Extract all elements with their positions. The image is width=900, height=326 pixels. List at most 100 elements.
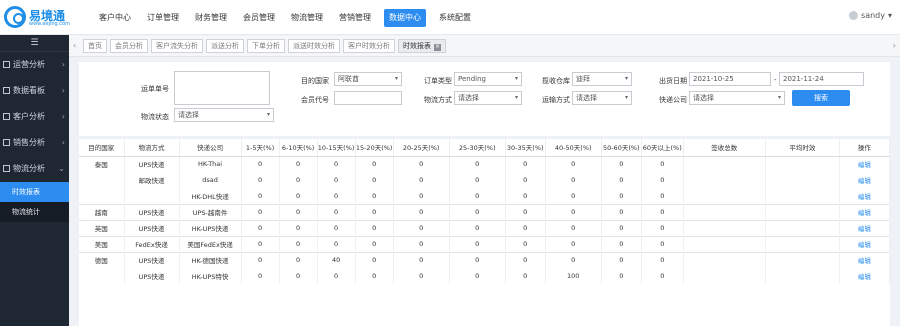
nav-item[interactable]: 数据中心 — [384, 9, 426, 27]
table-cell — [683, 235, 766, 252]
sidebar-subitem[interactable]: 物流统计 — [0, 202, 69, 222]
sidebar-item[interactable]: 客户分析 › — [0, 104, 69, 130]
page-tab[interactable]: 派送分析 — [206, 39, 244, 53]
edit-link[interactable]: 编辑 — [839, 172, 890, 188]
page-tab[interactable]: 会员分析 — [110, 39, 148, 53]
column-header: 6-10天(%) — [279, 139, 318, 157]
table-cell: 0 — [317, 188, 356, 204]
menu-icon[interactable]: ☰ — [0, 35, 69, 52]
sidebar-item[interactable]: 运营分析 › — [0, 52, 69, 78]
column-header: 10-15天(%) — [317, 139, 356, 157]
edit-link[interactable]: 编辑 — [839, 251, 890, 268]
sidebar-item[interactable]: 物流分析 ⌄ — [0, 156, 69, 182]
chevron-right-icon: › — [61, 60, 65, 69]
timeliness-table: 目的国家 物流方式 快递公司 1-5天(%) 6-10天(%) 10-15天(%) 15-2… — [79, 139, 890, 326]
date-to-input[interactable]: 2021-11-24 — [779, 72, 864, 86]
table-cell: 0 — [355, 172, 394, 188]
destination-select[interactable]: 阿联酋 ▾ — [334, 72, 402, 86]
sidebar-item[interactable]: 数据看板 › — [0, 78, 69, 104]
nav-item[interactable]: 系统配置 — [436, 9, 474, 27]
nav-item[interactable]: 订单管理 — [144, 9, 182, 27]
filter-panel: 运单单号 物流状态 请选择 ▾ 目的国家 阿联酋 ▾ 会员代号 订单类型 Pendi… — [79, 62, 890, 136]
time-type-select[interactable]: Pending ▾ — [454, 72, 522, 86]
page-tab[interactable]: 时效报表 × — [398, 39, 446, 53]
edit-link[interactable]: 编辑 — [839, 268, 890, 284]
edit-link[interactable]: 编辑 — [839, 219, 890, 236]
date-from-input[interactable]: 2021-10-25 — [689, 72, 771, 86]
company-select[interactable]: 请选择 ▾ — [689, 91, 785, 105]
table-cell: 0 — [505, 188, 546, 204]
table-cell: FedEx快递 — [124, 235, 180, 252]
table-cell: 0 — [449, 268, 506, 284]
table-cell: 0 — [641, 188, 684, 204]
table-cell: 0 — [449, 235, 506, 252]
table-cell: 0 — [355, 251, 394, 268]
shipping-type-select[interactable]: 请选择 ▾ — [572, 91, 632, 105]
table-cell: 0 — [279, 172, 318, 188]
edit-link[interactable]: 编辑 — [839, 203, 890, 220]
brand-url: www.eejing.com — [29, 21, 70, 27]
table-cell: 0 — [279, 155, 318, 172]
table-cell: 0 — [641, 155, 684, 172]
table-cell: 0 — [241, 203, 280, 220]
nav-item[interactable]: 会员管理 — [240, 9, 278, 27]
table-cell: 0 — [641, 172, 684, 188]
page-tab[interactable]: 派送时效分析 — [288, 39, 340, 53]
customer-no-input[interactable] — [334, 91, 402, 105]
table-cell: UPS快递 — [124, 251, 180, 268]
table-cell: 0 — [355, 155, 394, 172]
table-cell: 0 — [393, 172, 450, 188]
table-cell — [79, 268, 125, 284]
table-cell: 0 — [317, 235, 356, 252]
table-cell: 0 — [601, 251, 642, 268]
page-tab[interactable]: 首页 — [83, 39, 107, 53]
pickup-select[interactable]: 请选择 ▾ — [174, 108, 274, 122]
scroll-left-icon[interactable]: ‹ — [73, 41, 76, 50]
warehouse-select[interactable]: 迪拜 ▾ — [572, 72, 632, 86]
nav-item[interactable]: 财务管理 — [192, 9, 230, 27]
user-menu[interactable]: sandy ▾ — [849, 11, 892, 20]
order-no-textarea[interactable] — [174, 71, 270, 105]
table-cell: 0 — [545, 251, 602, 268]
page-tab[interactable]: 客户时效分析 — [343, 39, 395, 53]
nav-item[interactable]: 客户中心 — [96, 9, 134, 27]
table-cell: 0 — [317, 203, 356, 220]
column-header: 20-25天(%) — [393, 139, 450, 157]
table-cell — [765, 203, 840, 220]
brand-logo[interactable]: 易境通 www.eejing.com — [4, 6, 70, 28]
table-cell: 0 — [601, 188, 642, 204]
table-cell: 0 — [505, 219, 546, 236]
table-cell: 0 — [241, 251, 280, 268]
sidebar-subitem[interactable]: 时效报表 — [0, 182, 69, 202]
order-no-label: 运单单号 — [141, 85, 169, 93]
edit-link[interactable]: 编辑 — [839, 235, 890, 252]
service-select[interactable]: 请选择 ▾ — [454, 91, 522, 105]
table-cell: 泰国 — [79, 155, 125, 172]
table-row: 邮政快递 dsad 0 0 0 0 0 0 0 0 0 0 编辑 — [79, 172, 890, 188]
scroll-right-icon[interactable]: › — [893, 41, 896, 50]
table-cell: 0 — [505, 203, 546, 220]
chevron-right-icon: › — [61, 86, 65, 95]
main-content: 运单单号 物流状态 请选择 ▾ 目的国家 阿联酋 ▾ 会员代号 订单类型 Pendi… — [69, 57, 900, 326]
menu-item-icon — [3, 113, 10, 120]
column-header: 平均时效 — [765, 139, 840, 157]
edit-link[interactable]: 编辑 — [839, 188, 890, 204]
column-header: 40-50天(%) — [545, 139, 602, 157]
nav-item[interactable]: 营销管理 — [336, 9, 374, 27]
table-cell — [765, 268, 840, 284]
table-row: UPS快递 HK-UPS特快 0 0 0 0 0 0 0 100 0 0 编辑 — [79, 268, 890, 284]
close-icon[interactable]: × — [434, 44, 441, 51]
edit-link[interactable]: 编辑 — [839, 155, 890, 172]
top-navigation-bar: 易境通 www.eejing.com 客户中心 订单管理 财务管理 会员管理 物流管理营… — [0, 0, 900, 35]
page-tab[interactable]: 下单分析 — [247, 39, 285, 53]
nav-item[interactable]: 物流管理 — [288, 9, 326, 27]
search-button[interactable]: 搜索 — [792, 90, 850, 106]
table-cell: 0 — [279, 251, 318, 268]
table-row: HK-DHL快递 0 0 0 0 0 0 0 0 0 0 编辑 — [79, 188, 890, 204]
table-cell: 0 — [449, 188, 506, 204]
table-cell — [79, 172, 125, 188]
sidebar-item[interactable]: 销售分析 › — [0, 130, 69, 156]
table-cell: 0 — [545, 235, 602, 252]
page-tab[interactable]: 客户流失分析 — [151, 39, 203, 53]
date-range-dash: - — [774, 76, 777, 84]
